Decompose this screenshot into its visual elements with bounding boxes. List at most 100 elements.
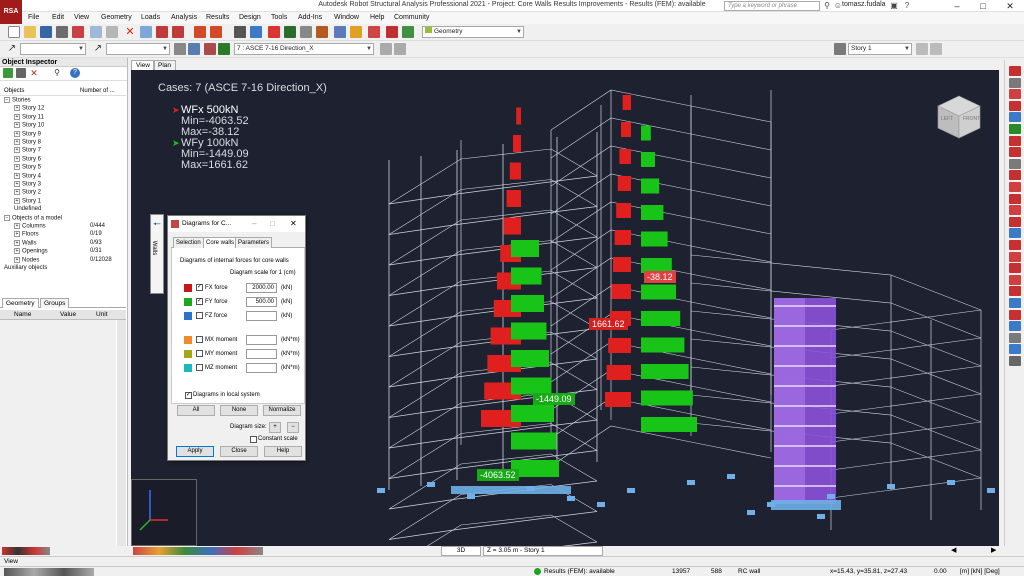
layout-select[interactable]: Geometry ▼	[422, 26, 524, 38]
expand-icon[interactable]: +	[14, 223, 20, 229]
right-tool-icon[interactable]	[1009, 100, 1021, 111]
expand-icon[interactable]: +	[14, 130, 20, 137]
selection-list-icon[interactable]	[188, 43, 200, 55]
apply-button[interactable]: Apply	[176, 446, 214, 457]
menu-add-ins[interactable]: Add-Ins	[298, 14, 322, 21]
right-tool-icon[interactable]	[1009, 309, 1021, 320]
scale-input[interactable]	[246, 349, 277, 359]
right-tool-icon[interactable]	[1009, 182, 1021, 192]
right-tool-icon[interactable]	[1009, 251, 1021, 262]
expand-icon[interactable]: +	[14, 239, 20, 246]
tree-item[interactable]: + Story 2	[14, 189, 41, 197]
expand-icon[interactable]: +	[14, 164, 20, 171]
normalize-button[interactable]: Normalize	[263, 405, 301, 416]
expand-icon[interactable]: +	[14, 147, 20, 154]
menu-tools[interactable]: Tools	[271, 14, 287, 21]
next-case-icon[interactable]	[394, 43, 406, 55]
menu-view[interactable]: View	[74, 14, 89, 21]
expand-icon[interactable]: +	[14, 155, 20, 162]
help-icon[interactable]: ?	[902, 1, 912, 11]
z-level[interactable]: Z = 3.05 m - Story 1	[483, 546, 603, 556]
story-select[interactable]: Story 1 ▼	[848, 43, 912, 55]
force-checkbox[interactable]: ✓	[196, 284, 203, 291]
calculations-icon[interactable]	[250, 26, 262, 38]
force-checkbox[interactable]	[196, 336, 203, 343]
undo-icon[interactable]	[156, 26, 168, 38]
print-preview-icon[interactable]	[72, 26, 84, 38]
report-icon[interactable]	[316, 26, 328, 38]
redo-arrow-icon[interactable]	[210, 26, 222, 38]
expand-icon[interactable]: +	[14, 139, 20, 145]
view-mode[interactable]: 3D	[441, 546, 481, 556]
tree-item[interactable]: + Floors 0/19	[14, 231, 102, 239]
tree-item[interactable]: + Openings 0/31	[14, 248, 102, 256]
local-system-checkbox[interactable]: ✓	[185, 392, 192, 399]
selection-icon[interactable]	[140, 26, 152, 38]
expand-icon[interactable]: +	[14, 105, 20, 112]
right-tool-icon[interactable]	[1009, 147, 1021, 158]
open-folder-icon[interactable]	[24, 26, 36, 38]
tab-parameters[interactable]: Parameters	[235, 237, 273, 248]
scroll-left-icon[interactable]: ◀	[951, 546, 956, 554]
right-tool-icon[interactable]	[1009, 205, 1021, 216]
right-tool-icon[interactable]	[1009, 124, 1021, 134]
properties-grid[interactable]	[0, 320, 116, 546]
color-swatch[interactable]	[184, 298, 192, 306]
right-tool-icon[interactable]	[1009, 286, 1021, 297]
tree-item[interactable]: + Nodes 0/12028	[14, 256, 112, 265]
dialog-minimize-button[interactable]: –	[252, 216, 256, 232]
right-tool-icon[interactable]	[1009, 216, 1021, 227]
expand-icon[interactable]: +	[14, 172, 20, 179]
right-tool-icon[interactable]	[1009, 356, 1021, 366]
scale-input[interactable]	[246, 335, 277, 345]
color-swatch[interactable]	[184, 364, 192, 372]
tab-plan[interactable]: Plan	[153, 60, 177, 70]
tree-item[interactable]: + Story 3	[14, 181, 41, 189]
case-filter-icon[interactable]	[218, 43, 230, 55]
status-units[interactable]: [m] [kN] [Deg]	[960, 568, 1000, 575]
tools-icon[interactable]	[386, 26, 398, 38]
results-map-icon[interactable]	[268, 26, 280, 38]
menu-edit[interactable]: Edit	[52, 14, 64, 21]
scale-input[interactable]	[246, 311, 277, 321]
filter-icon[interactable]	[3, 68, 13, 78]
right-tool-icon[interactable]	[1009, 228, 1021, 239]
expand-icon[interactable]: +	[14, 197, 20, 204]
view-tools-strip[interactable]	[133, 547, 263, 555]
right-tool-icon[interactable]	[1009, 193, 1021, 204]
tree-item[interactable]: − Stories	[4, 97, 31, 105]
dialog-maximize-button[interactable]: □	[270, 216, 275, 232]
expand-icon[interactable]: +	[14, 248, 20, 255]
tab-geometry[interactable]: Geometry	[2, 298, 39, 308]
scale-input[interactable]	[246, 363, 277, 373]
cart-icon[interactable]: ▣	[889, 1, 899, 11]
undo-arrow-icon[interactable]	[194, 26, 206, 38]
right-tool-icon[interactable]	[1009, 263, 1021, 274]
close-button[interactable]: Close	[220, 446, 258, 457]
walls-side-tab[interactable]: 🠔 Walls	[150, 214, 164, 294]
load-case-select[interactable]: 7 : ASCE 7-16 Direction_X ▼	[234, 43, 374, 55]
tab-groups[interactable]: Groups	[40, 298, 70, 308]
force-checkbox[interactable]	[196, 364, 203, 371]
right-tool-icon[interactable]	[1009, 321, 1021, 332]
copy-icon[interactable]	[90, 26, 102, 38]
expand-icon[interactable]: +	[14, 256, 20, 263]
tab-view[interactable]: View	[131, 60, 155, 70]
tree-item[interactable]: + Columns 0/444	[14, 223, 105, 231]
help-button[interactable]: Help	[264, 446, 302, 457]
right-tool-icon[interactable]	[1009, 298, 1021, 308]
search-input[interactable]: Type a keyword or phrase	[724, 1, 820, 11]
right-tool-icon[interactable]	[1009, 135, 1021, 146]
clear-icon[interactable]: ✕	[29, 68, 39, 78]
tree-item[interactable]: + Story 9	[14, 130, 41, 139]
paste-icon[interactable]	[106, 26, 118, 38]
menu-loads[interactable]: Loads	[141, 14, 160, 21]
menu-window[interactable]: Window	[334, 14, 359, 21]
menu-community[interactable]: Community	[394, 14, 429, 21]
tree-item[interactable]: Auxiliary objects	[4, 265, 47, 273]
right-tool-icon[interactable]	[1009, 240, 1021, 250]
expand-icon[interactable]: +	[14, 231, 20, 238]
close-window-button[interactable]: ✕	[997, 0, 1023, 12]
rsa-logo[interactable]: RSA	[0, 0, 22, 24]
right-tool-icon[interactable]	[1009, 332, 1021, 343]
